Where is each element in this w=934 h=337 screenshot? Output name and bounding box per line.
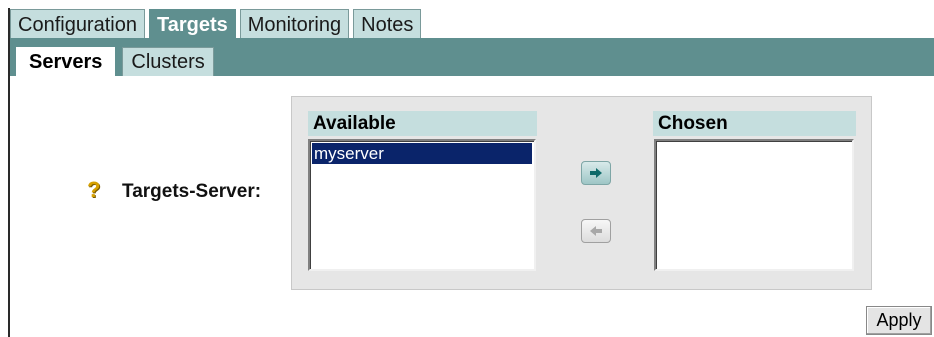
list-item[interactable]: myserver — [312, 143, 532, 164]
tab-configuration[interactable]: Configuration — [10, 9, 145, 39]
main-tab-bar: Configuration Targets Monitoring Notes — [10, 9, 425, 39]
chosen-list[interactable] — [654, 139, 854, 271]
chosen-header: Chosen — [653, 111, 856, 136]
targets-server-label: Targets-Server: — [122, 181, 262, 202]
move-right-button[interactable] — [581, 161, 611, 185]
move-left-button[interactable] — [581, 219, 611, 243]
tab-notes[interactable]: Notes — [353, 9, 422, 39]
arrow-right-icon — [590, 168, 602, 178]
available-list[interactable]: myserver — [308, 139, 536, 271]
tab-clusters[interactable]: Clusters — [122, 47, 214, 76]
apply-button[interactable]: Apply — [866, 306, 932, 335]
shuttle-control: Available Chosen myserver — [291, 96, 872, 290]
available-header: Available — [308, 111, 537, 136]
question-mark-icon[interactable]: ? — [87, 177, 100, 203]
tab-targets[interactable]: Targets — [148, 9, 236, 39]
arrow-left-icon — [590, 226, 602, 236]
sub-tab-list: Servers Clusters — [16, 47, 221, 76]
tab-monitoring[interactable]: Monitoring — [239, 9, 350, 39]
tab-servers[interactable]: Servers — [16, 47, 116, 76]
